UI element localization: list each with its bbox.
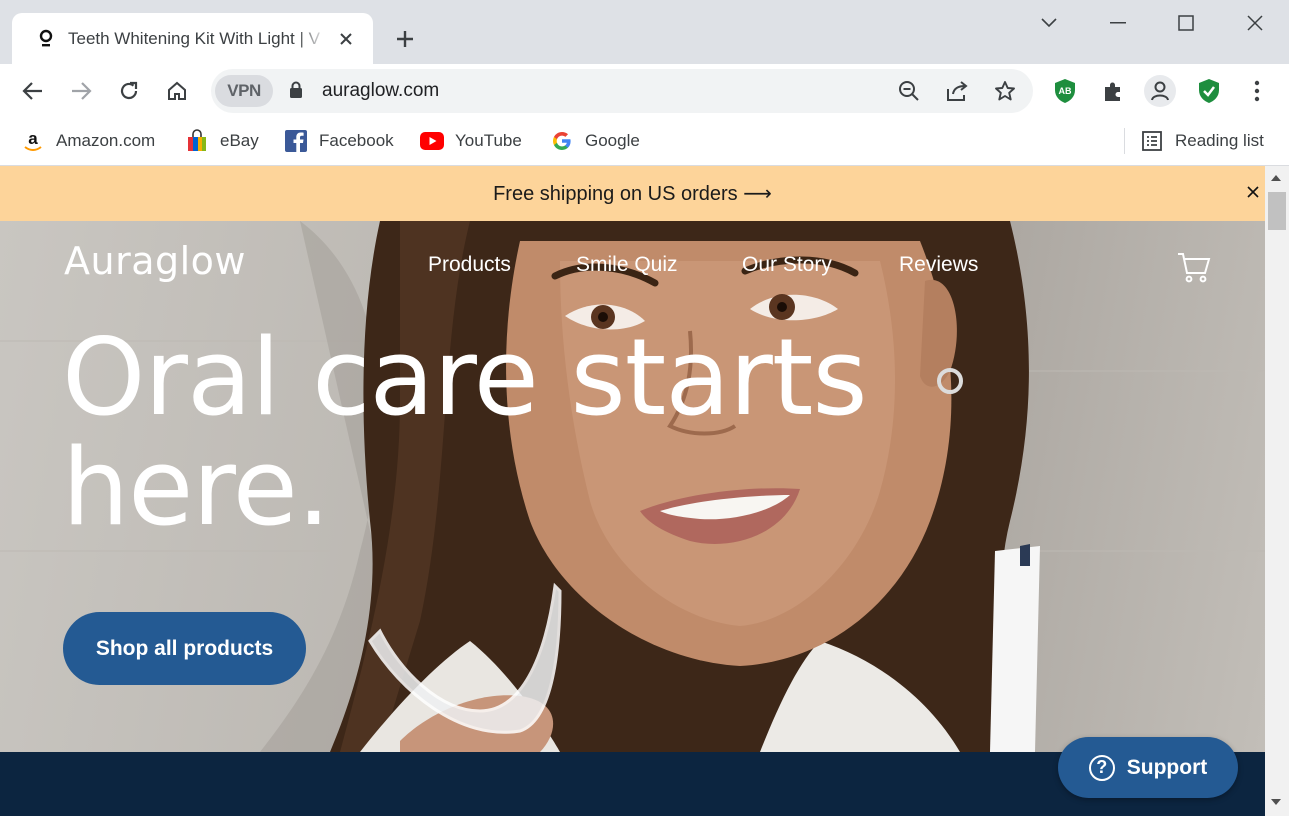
headline-line-1: Oral care starts (62, 316, 868, 439)
maximize-icon[interactable] (1163, 8, 1209, 38)
bookmark-google[interactable]: Google (550, 128, 640, 154)
ebay-icon (185, 129, 209, 153)
auraglow-logo[interactable]: Auraglow (64, 239, 246, 283)
youtube-icon (420, 129, 444, 153)
close-tab-icon[interactable] (335, 28, 357, 50)
bookmark-label: Facebook (319, 131, 394, 150)
reload-icon[interactable] (111, 73, 147, 109)
reading-list-label: Reading list (1175, 131, 1264, 150)
scroll-up-arrow-icon[interactable] (1271, 175, 1281, 181)
support-label: Support (1126, 755, 1208, 779)
browser-menu-kebab-icon[interactable] (1240, 74, 1274, 108)
adblock-shield-icon[interactable]: AB (1048, 74, 1082, 108)
security-shield-check-icon[interactable] (1192, 74, 1226, 108)
support-button[interactable]: ? Support (1058, 737, 1238, 798)
back-arrow-icon[interactable] (15, 73, 51, 109)
bookmark-youtube[interactable]: YouTube (420, 128, 522, 154)
bookmark-label: eBay (220, 131, 259, 150)
hero-headline: Oral care starts here. (62, 323, 882, 543)
new-tab-icon[interactable] (390, 24, 420, 54)
bookmark-facebook[interactable]: Facebook (284, 128, 394, 154)
headline-line-2: here. (62, 426, 331, 549)
zoom-icon[interactable] (893, 75, 925, 107)
site-favicon-icon (36, 29, 56, 49)
page-scrollbar[interactable] (1265, 166, 1289, 816)
announcement-bar: Free shipping on US orders ⟶ (0, 166, 1265, 221)
cart-icon[interactable] (1176, 249, 1212, 285)
scroll-down-arrow-icon[interactable] (1271, 799, 1281, 805)
vpn-button[interactable]: VPN (215, 75, 273, 107)
tab-title: Teeth Whitening Kit With Light | V (68, 28, 320, 48)
nav-our-story[interactable]: Our Story (742, 253, 832, 277)
facebook-icon (284, 129, 308, 153)
google-icon (550, 129, 574, 153)
close-announcement-icon[interactable] (1243, 182, 1263, 202)
extensions-puzzle-icon[interactable] (1096, 74, 1130, 108)
svg-text:AB: AB (1059, 86, 1072, 96)
lock-icon[interactable] (289, 81, 303, 104)
nav-reviews[interactable]: Reviews (899, 253, 978, 277)
forward-arrow-icon[interactable] (63, 73, 99, 109)
bookmarks-divider (1124, 128, 1125, 154)
url-text[interactable]: auraglow.com (322, 80, 439, 102)
help-question-icon: ? (1088, 754, 1115, 781)
reading-list-button[interactable]: Reading list (1140, 128, 1264, 154)
page-viewport: Free shipping on US orders ⟶ Auraglow Pr… (0, 166, 1289, 816)
share-icon[interactable] (941, 75, 973, 107)
reading-list-icon (1140, 129, 1164, 153)
active-tab[interactable]: Teeth Whitening Kit With Light | V (12, 13, 373, 64)
amazon-icon: a (21, 129, 45, 153)
nav-smile-quiz[interactable]: Smile Quiz (576, 253, 678, 277)
close-window-icon[interactable] (1232, 8, 1278, 38)
shop-all-products-button[interactable]: Shop all products (63, 612, 306, 685)
tab-search-chevron-icon[interactable] (1026, 8, 1072, 38)
bookmark-label: Google (585, 131, 640, 150)
hero-section: Auraglow Products Smile Quiz Our Story R… (0, 221, 1265, 752)
bookmark-label: Amazon.com (56, 131, 156, 150)
announcement-link[interactable]: Free shipping on US orders ⟶ (493, 181, 772, 206)
profile-avatar-icon[interactable] (1143, 74, 1177, 108)
bookmark-amazon[interactable]: a Amazon.com (21, 128, 155, 154)
scrollbar-thumb[interactable] (1268, 192, 1286, 230)
bookmark-label: YouTube (455, 131, 522, 150)
nav-products[interactable]: Products (428, 253, 511, 277)
bookmark-star-icon[interactable] (989, 75, 1021, 107)
bookmark-ebay[interactable]: eBay (185, 128, 259, 154)
svg-text:a: a (28, 130, 38, 148)
minimize-icon[interactable] (1095, 8, 1141, 38)
address-bar[interactable]: VPN auraglow.com (211, 69, 1033, 113)
tab-strip: Teeth Whitening Kit With Light | V (0, 0, 1289, 64)
browser-toolbar: VPN auraglow.com AB (0, 64, 1289, 118)
home-icon[interactable] (159, 73, 195, 109)
bookmarks-bar: a Amazon.com eBay Facebook YouTube Googl (0, 118, 1289, 166)
